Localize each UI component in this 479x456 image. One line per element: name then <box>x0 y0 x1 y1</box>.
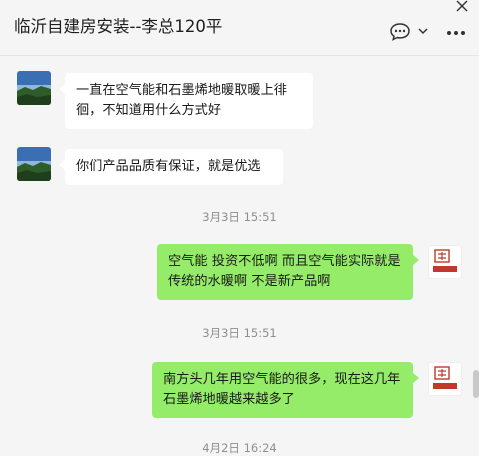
brand-logo-icon <box>433 366 457 389</box>
bubble-tail <box>413 373 419 383</box>
message-bubble-incoming[interactable]: 一直在空气能和石墨烯地暖取暖上徘徊，不知道用什么方式好 <box>65 73 313 129</box>
message-bubble-outgoing[interactable]: 空气能 投资不低啊 而且空气能实际就是传统的水暖啊 不是新产品啊 <box>157 244 413 300</box>
contact-avatar[interactable] <box>17 147 51 181</box>
chat-title: 临沂自建房安装--李总120平 <box>14 17 223 36</box>
bubble-tail <box>413 255 419 265</box>
scrollbar-thumb[interactable] <box>473 370 479 398</box>
chat-bubble-icon[interactable] <box>389 22 411 42</box>
message-bubble-outgoing[interactable]: 南方头几年用空气能的很多，现在这几年石墨烯地暖越来越多了 <box>152 362 413 418</box>
chevron-down-icon[interactable] <box>418 27 428 35</box>
close-icon[interactable] <box>452 0 472 14</box>
more-dots-icon[interactable] <box>446 30 466 36</box>
timestamp: 4月2日 16:24 <box>202 441 277 455</box>
message-list[interactable]: 一直在空气能和石墨烯地暖取暖上徘徊，不知道用什么方式好 你们产品品质有保证，就是… <box>0 56 479 455</box>
landscape-avatar-icon <box>17 147 51 181</box>
timestamp: 3月3日 15:51 <box>202 210 277 224</box>
chat-header: 临沂自建房安装--李总120平 <box>0 0 479 56</box>
brand-logo-icon <box>433 249 457 272</box>
timestamp: 3月3日 15:51 <box>202 326 277 340</box>
contact-avatar[interactable] <box>17 71 51 105</box>
brand-logo-avatar[interactable] <box>428 362 462 396</box>
message-bubble-incoming[interactable]: 你们产品品质有保证，就是优选 <box>65 149 283 185</box>
landscape-avatar-icon <box>17 71 51 105</box>
brand-logo-avatar[interactable] <box>428 245 462 279</box>
